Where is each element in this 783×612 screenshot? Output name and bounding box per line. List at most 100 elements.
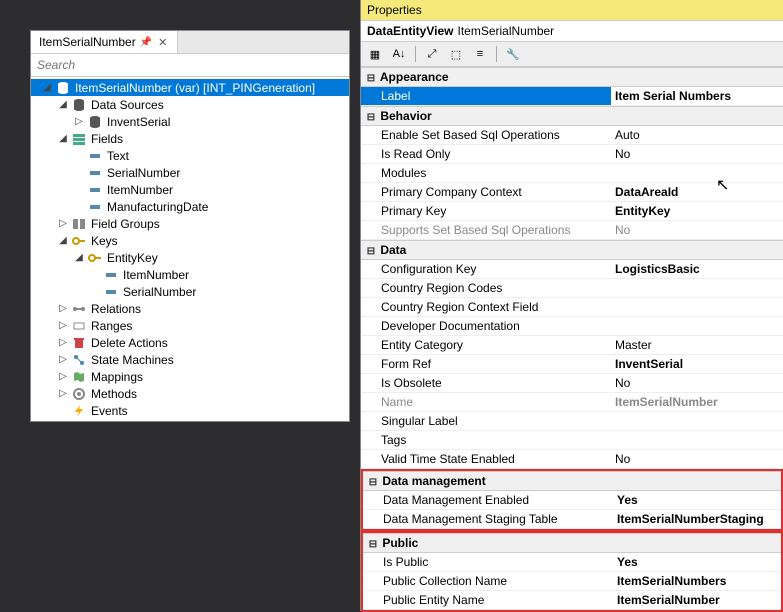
tree-node[interactable]: ItemNumber xyxy=(31,181,349,198)
property-row[interactable]: Developer Documentation xyxy=(361,317,783,336)
property-row[interactable]: Data Management EnabledYes xyxy=(363,491,781,510)
property-row[interactable]: Public Collection NameItemSerialNumbers xyxy=(363,572,781,591)
property-row[interactable]: Is Read OnlyNo xyxy=(361,145,783,164)
property-row[interactable]: NameItemSerialNumber xyxy=(361,393,783,412)
property-value[interactable] xyxy=(611,317,783,335)
tree-toggle-icon[interactable]: ▷ xyxy=(57,371,69,382)
tree-node[interactable]: ◢Data Sources xyxy=(31,96,349,113)
property-row[interactable]: Tags xyxy=(361,431,783,450)
tree-toggle-icon[interactable]: ◢ xyxy=(57,235,69,246)
tree-toggle-icon[interactable]: ◢ xyxy=(57,99,69,110)
property-value[interactable]: No xyxy=(611,145,783,163)
tree-toggle-icon[interactable]: ▷ xyxy=(57,354,69,365)
tree-node[interactable]: ▷Ranges xyxy=(31,317,349,334)
property-value[interactable] xyxy=(611,412,783,430)
property-row[interactable]: Modules xyxy=(361,164,783,183)
collapse-icon[interactable]: ⊟ xyxy=(365,112,377,123)
property-value[interactable] xyxy=(611,431,783,449)
pin-icon[interactable]: 📌 xyxy=(140,37,152,48)
tree-node[interactable]: Text xyxy=(31,147,349,164)
wrench-icon[interactable]: 🔧 xyxy=(503,44,523,64)
property-row[interactable]: Country Region Codes xyxy=(361,279,783,298)
tree-node[interactable]: ◢Keys xyxy=(31,232,349,249)
collapse-icon[interactable]: ⊟ xyxy=(365,246,377,257)
property-value[interactable]: ItemSerialNumberStaging xyxy=(613,510,781,528)
property-value[interactable]: Item Serial Numbers xyxy=(611,87,783,105)
property-value[interactable] xyxy=(611,164,783,182)
property-value[interactable]: Yes xyxy=(613,491,781,509)
property-value[interactable]: ItemSerialNumber xyxy=(611,393,783,411)
tree-toggle-icon[interactable]: ▷ xyxy=(57,388,69,399)
property-category[interactable]: ⊟ Data management xyxy=(363,471,781,491)
search-input[interactable] xyxy=(31,54,349,77)
tree-node[interactable]: SerialNumber xyxy=(31,164,349,181)
property-row[interactable]: Form RefInventSerial xyxy=(361,355,783,374)
property-value[interactable]: No xyxy=(611,221,783,239)
property-row[interactable]: Supports Set Based Sql OperationsNo xyxy=(361,221,783,240)
property-value[interactable]: LogisticsBasic xyxy=(611,260,783,278)
property-category[interactable]: ⊟ Data xyxy=(361,240,783,260)
tree-toggle-icon[interactable]: ▷ xyxy=(57,218,69,229)
property-row[interactable]: Configuration KeyLogisticsBasic xyxy=(361,260,783,279)
toolbar-btn-3[interactable]: ⤢ xyxy=(422,44,442,64)
toolbar-btn-4[interactable]: ⬚ xyxy=(446,44,466,64)
property-row[interactable]: Country Region Context Field xyxy=(361,298,783,317)
property-value[interactable]: Yes xyxy=(613,553,781,571)
toolbar-btn-5[interactable]: ≡ xyxy=(470,44,490,64)
property-row[interactable]: Primary KeyEntityKey xyxy=(361,202,783,221)
tree-node[interactable]: ManufacturingDate xyxy=(31,198,349,215)
collapse-icon[interactable]: ⊟ xyxy=(365,73,377,84)
property-value[interactable]: No xyxy=(611,450,783,468)
property-row[interactable]: Primary Company ContextDataAreaId xyxy=(361,183,783,202)
tree-node[interactable]: ▷Delete Actions xyxy=(31,334,349,351)
property-value[interactable]: EntityKey xyxy=(611,202,783,220)
property-row[interactable]: LabelItem Serial Numbers xyxy=(361,87,783,106)
property-value[interactable] xyxy=(611,298,783,316)
tree-node[interactable]: ◢ItemSerialNumber (var) [INT_PINGenerati… xyxy=(31,79,349,96)
property-value[interactable]: ItemSerialNumber xyxy=(613,591,781,609)
property-row[interactable]: Singular Label xyxy=(361,412,783,431)
tree-node[interactable]: ▷Mappings xyxy=(31,368,349,385)
property-row[interactable]: Data Management Staging TableItemSerialN… xyxy=(363,510,781,529)
tree-toggle-icon[interactable]: ▷ xyxy=(57,337,69,348)
tree-toggle-icon[interactable]: ◢ xyxy=(73,252,85,263)
property-value[interactable]: InventSerial xyxy=(611,355,783,373)
property-value[interactable]: No xyxy=(611,374,783,392)
property-category[interactable]: ⊟ Behavior xyxy=(361,106,783,126)
tab-item-serial-number[interactable]: ItemSerialNumber 📌 ✕ xyxy=(31,31,178,53)
tree-node[interactable]: ◢EntityKey xyxy=(31,249,349,266)
property-value[interactable]: ItemSerialNumbers xyxy=(613,572,781,590)
property-category[interactable]: ⊟ Public xyxy=(363,533,781,553)
close-icon[interactable]: ✕ xyxy=(156,36,169,49)
sort-icon[interactable]: A↓ xyxy=(389,44,409,64)
tree-toggle-icon[interactable]: ◢ xyxy=(57,133,69,144)
property-category[interactable]: ⊟ Appearance xyxy=(361,67,783,87)
property-row[interactable]: Is ObsoleteNo xyxy=(361,374,783,393)
collapse-icon[interactable]: ⊟ xyxy=(367,539,379,550)
tree-toggle-icon[interactable]: ▷ xyxy=(73,116,85,127)
property-value[interactable] xyxy=(611,279,783,297)
property-row[interactable]: Entity CategoryMaster xyxy=(361,336,783,355)
tree-node[interactable]: SerialNumber xyxy=(31,283,349,300)
property-value[interactable]: DataAreaId xyxy=(611,183,783,201)
property-value[interactable]: Master xyxy=(611,336,783,354)
tree-node[interactable]: ItemNumber xyxy=(31,266,349,283)
tree-node[interactable]: ▷Relations xyxy=(31,300,349,317)
tree-node[interactable]: Events xyxy=(31,402,349,419)
tree-toggle-icon[interactable]: ▷ xyxy=(57,320,69,331)
property-row[interactable]: Valid Time State EnabledNo xyxy=(361,450,783,469)
collapse-icon[interactable]: ⊟ xyxy=(367,477,379,488)
tree-toggle-icon[interactable]: ▷ xyxy=(57,303,69,314)
tree-node[interactable]: ▷InventSerial xyxy=(31,113,349,130)
tree-node[interactable]: ▷Field Groups xyxy=(31,215,349,232)
tree-node[interactable]: ▷Methods xyxy=(31,385,349,402)
categorize-icon[interactable]: ▦ xyxy=(365,44,385,64)
property-row[interactable]: Enable Set Based Sql OperationsAuto xyxy=(361,126,783,145)
property-row[interactable]: Public Entity NameItemSerialNumber xyxy=(363,591,781,610)
tree-node[interactable]: ▷State Machines xyxy=(31,351,349,368)
property-row[interactable]: Is PublicYes xyxy=(363,553,781,572)
tree-toggle-icon[interactable]: ◢ xyxy=(41,82,53,93)
tree-node[interactable]: ◢Fields xyxy=(31,130,349,147)
ds-icon xyxy=(71,98,87,112)
property-value[interactable]: Auto xyxy=(611,126,783,144)
